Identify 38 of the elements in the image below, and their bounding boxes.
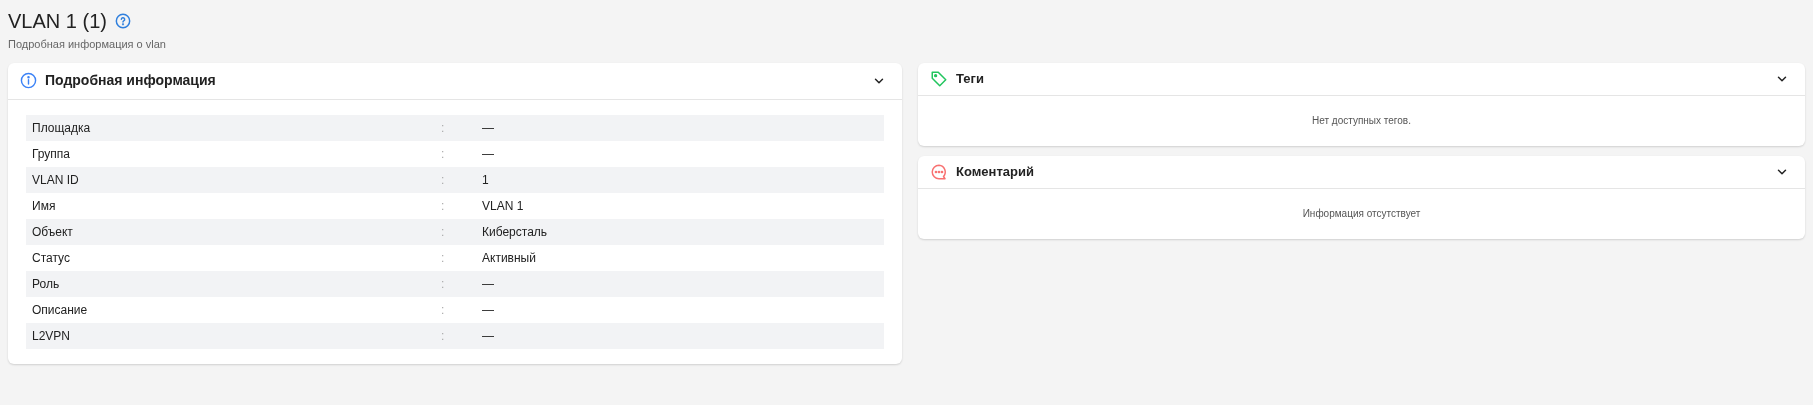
chat-bubble-icon: [930, 162, 948, 181]
separator: :: [441, 327, 446, 345]
empty-message: Информация отсутствует: [1302, 207, 1421, 221]
field-value: —: [482, 119, 494, 137]
field-value: —: [482, 327, 494, 345]
field-value: —: [482, 275, 494, 293]
help-icon[interactable]: [114, 13, 131, 29]
tag-icon: [930, 69, 948, 88]
field-label: Описание: [31, 301, 89, 319]
field-value: Активный: [482, 249, 536, 267]
field-label: Группа: [31, 145, 72, 163]
field-value: —: [482, 301, 494, 319]
field-label: Имя: [31, 197, 57, 215]
info-icon: [20, 72, 37, 89]
field-value: 1: [482, 171, 489, 189]
field-value: Киберсталь: [482, 223, 548, 241]
field-label: L2VPN: [31, 327, 72, 345]
field-label: Роль: [31, 275, 61, 293]
separator: :: [441, 275, 446, 293]
separator: :: [441, 223, 446, 241]
empty-message: Нет доступных тегов.: [1312, 114, 1411, 128]
field-value: VLAN 1: [482, 197, 524, 215]
separator: :: [441, 301, 446, 319]
field-label: Площадка: [31, 119, 92, 137]
panel-title: Теги: [956, 69, 984, 88]
card-title: Подробная информация: [45, 71, 216, 90]
page-subtitle: Подробная информация о vlan: [8, 37, 167, 52]
panel-title: Коментарий: [956, 162, 1034, 181]
page-title: VLAN 1 (1): [8, 9, 107, 33]
field-label: Объект: [31, 223, 74, 241]
field-label: VLAN ID: [31, 171, 80, 189]
field-label: Статус: [31, 249, 71, 267]
separator: :: [441, 145, 446, 163]
separator: :: [441, 171, 446, 189]
separator: :: [441, 249, 446, 267]
field-value: —: [482, 145, 494, 163]
separator: :: [441, 119, 446, 137]
separator: :: [441, 197, 446, 215]
